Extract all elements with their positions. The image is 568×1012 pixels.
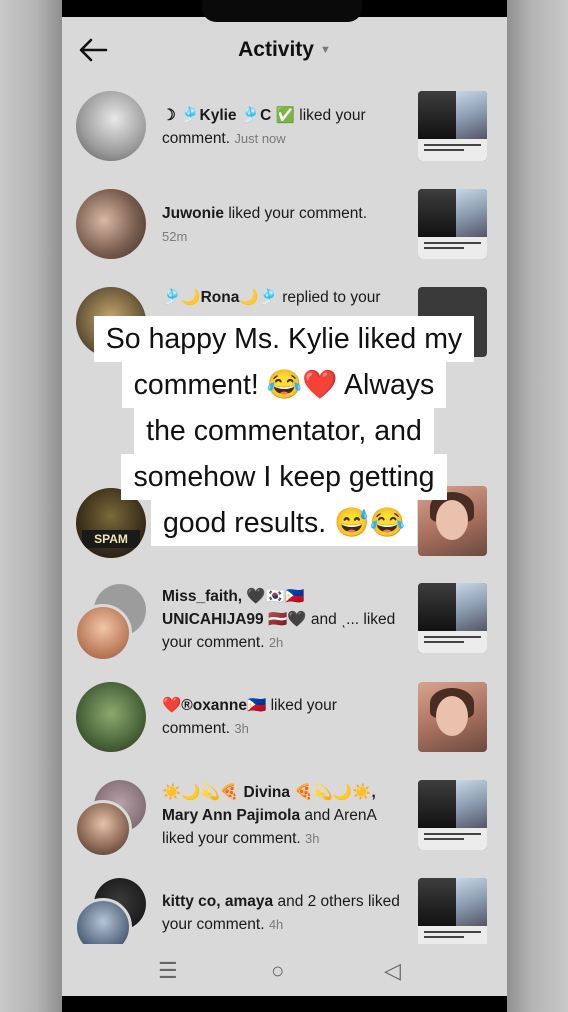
post-thumbnail[interactable] [418,583,487,653]
back-triangle-icon[interactable]: ◁ [384,958,401,984]
notification-time: 52m [162,229,188,244]
caption-line: the commentator, and [134,408,434,454]
menu-icon[interactable]: ☰ [158,958,178,984]
notification-user[interactable]: ❤️®oxanne🇵🇭 [162,697,266,714]
notification-time: 3h [305,831,320,846]
notification-text: kitty co, amaya and 2 others liked your … [162,890,402,936]
home-icon[interactable]: ○ [271,958,284,984]
avatar[interactable] [76,682,146,752]
notification-user[interactable]: ☽ 🎐Kylie 🎐C ✅ [162,107,295,124]
notification-action: liked your comment. [224,205,368,222]
notification-text: Miss_faith, 🖤🇰🇷🇵🇭 UNICAHIJA99 🇱🇻🖤 and ͺ.… [162,585,402,654]
notification-action: replied to your [277,289,381,306]
notification-user[interactable]: kitty co, amaya [162,893,273,910]
notification-time: Just now [234,131,286,146]
system-nav-bar: ☰ ○ ◁ [62,944,507,996]
header: Activity ▼ [62,25,507,77]
bottom-bezel [62,996,507,1012]
post-thumbnail[interactable] [418,878,487,948]
caption-line: comment! 😂❤️ Always [121,362,447,408]
video-caption: So happy Ms. Kylie liked my comment! 😂❤️… [0,316,568,546]
notification-user[interactable]: Miss_faith, 🖤🇰🇷🇵🇭 UNICAHIJA99 🇱🇻🖤 [162,588,307,628]
caption-line: good results. 😅😂 [150,500,418,546]
avatar[interactable] [74,800,132,858]
camera-notch [202,0,362,22]
avatar[interactable] [76,91,146,161]
notification-time: 3h [234,721,249,736]
notification-user[interactable]: 🎐🌙Rona🌙🎐 [162,289,278,306]
notification-text: Juwonie liked your comment. 52m [162,202,402,248]
notification-text: ☽ 🎐Kylie 🎐C ✅ liked your comment. Just n… [162,104,402,150]
notification-row[interactable]: Juwonie liked your comment. 52m [62,186,507,281]
notification-row[interactable]: ❤️®oxanne🇵🇭 liked your comment. 3h [62,680,507,775]
post-thumbnail[interactable] [418,91,487,161]
chevron-down-icon: ▼ [319,44,331,57]
post-thumbnail[interactable] [418,780,487,850]
notification-text: ❤️®oxanne🇵🇭 liked your comment. 3h [162,694,402,740]
page-title[interactable]: Activity ▼ [62,38,507,62]
notification-text: 🎐🌙Rona🌙🎐 replied to your [162,286,402,309]
notification-time: 4h [268,917,284,932]
post-thumbnail[interactable] [418,682,487,752]
notification-row[interactable]: ☽ 🎐Kylie 🎐C ✅ liked your comment. Just n… [62,88,507,183]
post-thumbnail[interactable] [418,189,487,259]
page-title-text: Activity [238,38,314,61]
notification-text: ☀️🌙💫🍕 Divina 🍕💫🌙☀️, Mary Ann Pajimola an… [162,781,402,850]
caption-line: So happy Ms. Kylie liked my [93,316,475,362]
avatar[interactable] [76,189,146,259]
notification-row[interactable]: Miss_faith, 🖤🇰🇷🇵🇭 UNICAHIJA99 🇱🇻🖤 and ͺ.… [62,582,507,677]
notification-row[interactable]: ☀️🌙💫🍕 Divina 🍕💫🌙☀️, Mary Ann Pajimola an… [62,778,507,873]
notification-time: 2h [268,635,284,650]
notification-user[interactable]: Juwonie [162,205,224,222]
avatar[interactable] [74,604,132,662]
caption-line: somehow I keep getting [121,454,447,500]
